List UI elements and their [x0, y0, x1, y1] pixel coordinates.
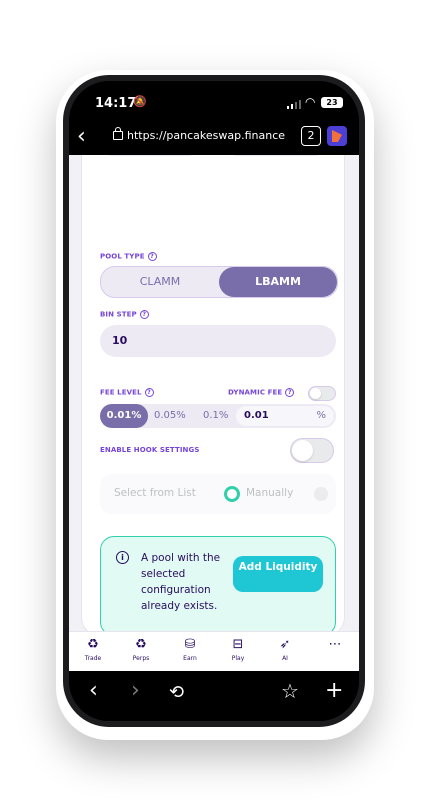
- dynamic-fee-label-text: DYNAMIC FEE: [228, 388, 283, 397]
- help-icon[interactable]: ?: [147, 252, 157, 261]
- fee-custom-input[interactable]: 0.01 %: [236, 406, 334, 426]
- pool-type-label: POOL TYPE?: [100, 252, 157, 261]
- gamepad-icon: ⊟: [232, 637, 244, 652]
- fee-option-0-05[interactable]: 0.05%: [154, 404, 186, 428]
- browser-back-icon[interactable]: ‹: [89, 679, 98, 703]
- wifi-icon: ◠: [305, 95, 316, 109]
- select-from-list-label[interactable]: Select from List: [114, 487, 196, 499]
- nav-label: Trade: [84, 655, 102, 662]
- refresh-icon[interactable]: ⟲: [169, 681, 184, 705]
- signal-icon: [287, 99, 301, 109]
- fee-level-selector: 0.01% 0.05% 0.1% 0.01 %: [100, 404, 336, 428]
- pool-type-lbamm[interactable]: LBAMM: [219, 267, 337, 297]
- bin-step-label: BIN STEP?: [100, 310, 149, 319]
- bookmark-star-icon[interactable]: ☆: [281, 679, 299, 703]
- fee-input-value: 0.01: [244, 410, 269, 421]
- back-icon[interactable]: ‹: [77, 125, 86, 149]
- top-chip-right: [228, 155, 324, 156]
- tab-count-button[interactable]: 2: [301, 126, 321, 146]
- manually-radio[interactable]: [314, 487, 328, 501]
- dynamic-fee-label: DYNAMIC FEE?: [228, 388, 295, 397]
- info-icon: i: [116, 551, 129, 564]
- select-from-list-radio[interactable]: [224, 486, 240, 502]
- nav-label: Play: [231, 655, 245, 662]
- help-icon[interactable]: ?: [144, 388, 154, 397]
- rocket-icon: ➶: [279, 637, 291, 652]
- help-icon[interactable]: ?: [285, 388, 295, 397]
- battery-icon: 23: [321, 97, 343, 108]
- pool-exists-notice: i A pool with the selected configuration…: [100, 536, 336, 631]
- browser-toolbar: ‹ › ⟲ ☆ +: [69, 671, 359, 721]
- hook-settings-label: ENABLE HOOK SETTINGS: [100, 446, 200, 454]
- top-chip-left: [102, 155, 198, 156]
- nav-item-more[interactable]: ⋯: [315, 636, 355, 654]
- pool-type-label-text: POOL TYPE: [100, 252, 145, 261]
- trade-icon: ♻: [87, 637, 99, 652]
- nav-item-trade[interactable]: ♻ Trade: [73, 636, 113, 664]
- help-icon[interactable]: ?: [139, 310, 149, 319]
- nav-item-ai[interactable]: ➶ AI: [265, 636, 305, 664]
- fee-level-label-text: FEE LEVEL: [100, 388, 142, 397]
- toggle-knob: [310, 388, 321, 399]
- bin-step-label-text: BIN STEP: [100, 310, 137, 319]
- perps-icon: ♻: [135, 637, 147, 652]
- hook-mode-selector: Select from List Manually: [100, 474, 336, 514]
- nav-item-perps[interactable]: ♻ Perps: [121, 636, 161, 664]
- fee-option-0-1[interactable]: 0.1%: [203, 404, 228, 428]
- bin-step-input[interactable]: 10: [100, 325, 336, 357]
- notice-text: A pool with the selected configuration a…: [141, 552, 221, 612]
- hook-settings-toggle[interactable]: [290, 438, 334, 463]
- nav-label: Perps: [132, 655, 150, 662]
- phone-screen: 14:17 🔕 ◠ 23 ‹ https://pancakeswap.finan…: [69, 81, 359, 721]
- earn-icon: ⛁: [184, 637, 196, 652]
- fee-level-label: FEE LEVEL?: [100, 388, 154, 397]
- pool-type-toggle: CLAMM LBAMM: [100, 266, 338, 298]
- fee-option-0-01[interactable]: 0.01%: [100, 404, 148, 428]
- bell-muted-icon: 🔕: [133, 95, 147, 108]
- pool-type-clamm[interactable]: CLAMM: [101, 267, 219, 297]
- browser-url-bar[interactable]: ‹ https://pancakeswap.finance 2: [69, 123, 359, 153]
- dynamic-fee-toggle[interactable]: [308, 386, 336, 401]
- more-icon: ⋯: [328, 637, 342, 652]
- nav-item-earn[interactable]: ⛁ Earn: [170, 636, 210, 664]
- manually-label[interactable]: Manually: [246, 487, 293, 499]
- status-time: 14:17: [95, 96, 137, 111]
- new-tab-plus-icon[interactable]: +: [325, 679, 343, 703]
- browser-menu-icon[interactable]: [327, 126, 347, 146]
- nav-label: Earn: [183, 655, 197, 662]
- status-bar: 14:17 🔕 ◠ 23: [69, 81, 359, 121]
- browser-forward-icon[interactable]: ›: [131, 679, 140, 703]
- nav-label: AI: [282, 655, 288, 662]
- url-text[interactable]: https://pancakeswap.finance: [127, 129, 285, 142]
- add-liquidity-button[interactable]: Add Liquidity: [233, 556, 323, 592]
- phone-frame: 14:17 🔕 ◠ 23 ‹ https://pancakeswap.finan…: [63, 75, 365, 727]
- bottom-nav: ♻ Trade ♻ Perps ⛁ Earn ⊟ Play ➶ AI ⋯: [69, 631, 359, 672]
- toggle-knob: [292, 440, 313, 461]
- pool-config-card: POOL TYPE? CLAMM LBAMM BIN STEP? 10 FEE …: [81, 155, 345, 631]
- fee-input-unit: %: [316, 410, 326, 421]
- web-content: POOL TYPE? CLAMM LBAMM BIN STEP? 10 FEE …: [69, 155, 359, 631]
- nav-item-play[interactable]: ⊟ Play: [218, 636, 258, 664]
- lock-icon: [113, 127, 123, 140]
